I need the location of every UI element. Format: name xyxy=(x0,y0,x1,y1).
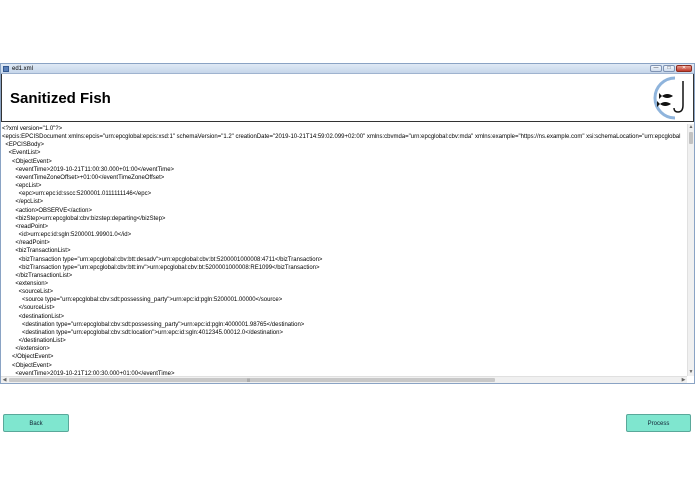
xml-line: <source type="urn:epcglobal:cbv:sdt:poss… xyxy=(2,297,283,304)
horizontal-scrollbar[interactable]: ◀ ||| ▶ xyxy=(1,376,687,383)
xml-line: <ObjectEvent> xyxy=(2,362,52,369)
xml-line: <readPoint> xyxy=(2,223,49,230)
xml-line: <epc>urn:epc:id:sscc:5200001.0111111146<… xyxy=(2,191,152,198)
xml-line: <bizTransaction type="urn:epcglobal:cbv:… xyxy=(2,264,320,271)
xml-line: <destination type="urn:epcglobal:cbv:sdt… xyxy=(2,321,305,328)
page-title: Sanitized Fish xyxy=(10,90,111,107)
xml-line: <epcis:EPCISDocument xmlns:epcis="urn:ep… xyxy=(2,134,681,141)
xml-line: <action>OBSERVE</action> xyxy=(2,207,92,214)
close-button[interactable]: ✕ xyxy=(676,65,692,72)
app-header: Sanitized Fish xyxy=(1,74,694,122)
xml-line: <extension> xyxy=(2,280,49,287)
xml-line: </readPoint> xyxy=(2,240,50,247)
xml-content-view[interactable]: <?xml version="1.0"?> <epcis:EPCISDocumen… xyxy=(1,124,687,376)
xml-line: </extension> xyxy=(2,346,50,353)
xml-line: <epcList> xyxy=(2,183,42,190)
xml-line: <bizStep>urn:epcglobal:cbv:bizstep:depar… xyxy=(2,215,166,222)
xml-line: <eventTime>2019-10-21T11:00:30.000+01:00… xyxy=(2,166,175,173)
xml-line: <EPCISBody> xyxy=(2,142,45,149)
vertical-scrollbar[interactable]: ▲ ▼ xyxy=(687,124,694,376)
minimize-button[interactable]: — xyxy=(650,65,662,72)
xml-line: <bizTransaction type="urn:epcglobal:cbv:… xyxy=(2,256,323,263)
vertical-scroll-thumb[interactable] xyxy=(689,132,693,144)
window-controls: — □ ✕ xyxy=(650,65,692,72)
app-icon xyxy=(3,65,9,72)
xml-line: <ObjectEvent> xyxy=(2,158,52,165)
scroll-left-icon[interactable]: ◀ xyxy=(1,377,8,384)
back-button[interactable]: Back xyxy=(3,414,69,432)
xml-line: <EventList> xyxy=(2,150,41,157)
xml-line: </ObjectEvent> xyxy=(2,354,54,361)
xml-line: <sourceList> xyxy=(2,289,54,296)
xml-line: <destinationList> xyxy=(2,313,65,320)
scroll-up-icon[interactable]: ▲ xyxy=(688,124,694,131)
xml-line: <destination type="urn:epcglobal:cbv:sdt… xyxy=(2,329,283,336)
xml-line: </sourceList> xyxy=(2,305,55,312)
xml-line: </destinationList> xyxy=(2,338,66,345)
app-window: ed1.xml — □ ✕ Sanitized Fish <?xml versi… xyxy=(0,63,695,384)
xml-line: <id>urn:epc:id:sgln:5200001.99901.0</id> xyxy=(2,232,132,239)
title-bar: ed1.xml — □ ✕ xyxy=(1,64,694,74)
window-title: ed1.xml xyxy=(12,65,34,72)
xml-line: </bizTransactionList> xyxy=(2,272,73,279)
scroll-grip-icon: ||| xyxy=(247,377,251,382)
xml-line: <?xml version="1.0"?> xyxy=(2,126,63,132)
maximize-button[interactable]: □ xyxy=(663,65,675,72)
scroll-right-icon[interactable]: ▶ xyxy=(680,377,687,384)
xml-line: <eventTimeZoneOffset>+01:00</eventTimeZo… xyxy=(2,174,165,181)
scroll-down-icon[interactable]: ▼ xyxy=(688,369,694,376)
xml-line: <bizTransactionList> xyxy=(2,248,71,255)
fish-hook-logo-icon xyxy=(653,76,684,120)
horizontal-scroll-thumb[interactable] xyxy=(9,378,495,382)
xml-line: </epcList> xyxy=(2,199,44,206)
process-button[interactable]: Process xyxy=(626,414,691,432)
